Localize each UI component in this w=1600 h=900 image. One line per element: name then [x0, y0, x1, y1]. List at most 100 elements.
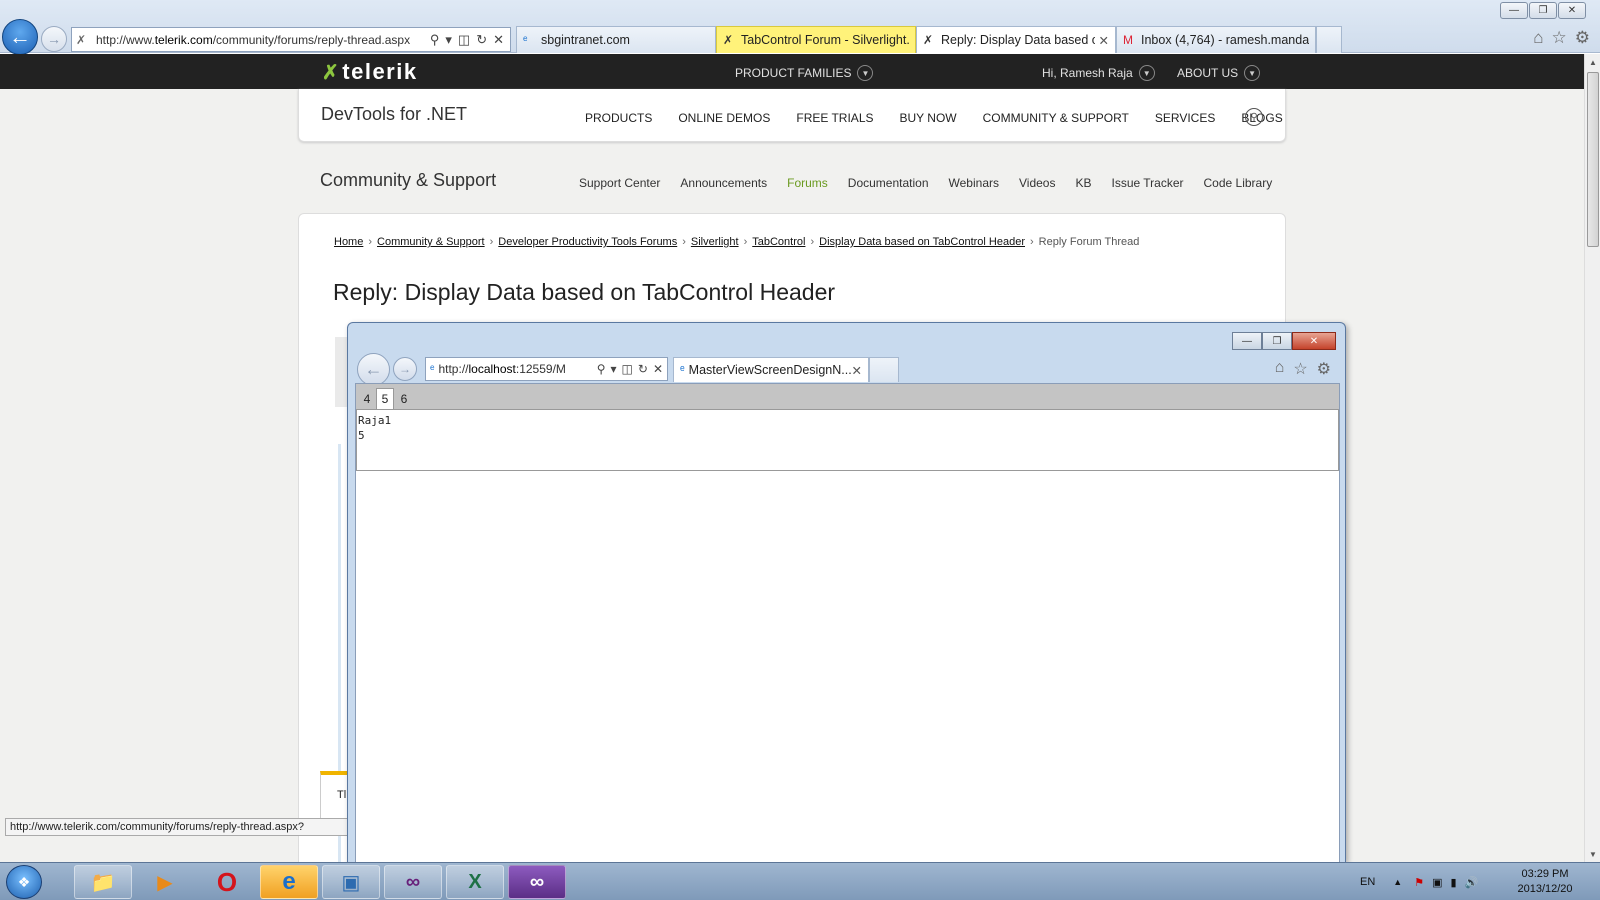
gear-icon[interactable]: ⚙: [1575, 28, 1590, 48]
tab-control-tab-4[interactable]: 4: [358, 388, 376, 409]
search-icon[interactable]: ⚲: [597, 362, 606, 376]
nav-buy-now[interactable]: BUY NOW: [900, 111, 957, 125]
breadcrumb-community-support[interactable]: Community & Support: [377, 236, 485, 248]
subnav-documentation[interactable]: Documentation: [848, 176, 929, 190]
popup-window-controls: — ❐ ✕: [1232, 332, 1336, 350]
tab-control-header: 4 5 6: [356, 384, 1339, 409]
forward-button[interactable]: →: [41, 26, 67, 52]
stop-icon[interactable]: ✕: [493, 32, 504, 48]
home-icon[interactable]: ⌂: [1275, 359, 1285, 379]
restore-button[interactable]: ❐: [1529, 2, 1557, 19]
nav-community-support[interactable]: COMMUNITY & SUPPORT: [983, 111, 1129, 125]
clock[interactable]: 03:29 PM 2013/12/20: [1510, 867, 1580, 897]
network-tool-icon[interactable]: ▣: [322, 865, 380, 899]
popup-address-bar[interactable]: ᵉ http://localhost:12559/M ⚲ ▾ ◫ ↻ ✕: [425, 357, 668, 381]
nav-services[interactable]: SERVICES: [1155, 111, 1215, 125]
stop-icon[interactable]: ✕: [653, 362, 663, 376]
back-button[interactable]: ←: [2, 19, 38, 55]
tab-control-tab-5[interactable]: 5: [376, 388, 394, 409]
nav-free-trials[interactable]: FREE TRIALS: [796, 111, 873, 125]
subnav-forums[interactable]: Forums: [787, 176, 828, 190]
device-icon[interactable]: ▣: [1432, 876, 1442, 889]
popup-restore-button[interactable]: ❐: [1262, 332, 1292, 350]
internet-explorer-icon[interactable]: e: [260, 865, 318, 899]
visual-studio-icon[interactable]: ∞: [384, 865, 442, 899]
breadcrumb: Home › Community & Support › Developer Pro…: [334, 236, 1140, 248]
popup-close-button[interactable]: ✕: [1292, 332, 1336, 350]
search-icon[interactable]: ⚲: [430, 32, 440, 48]
close-tab-icon[interactable]: ✕: [852, 363, 862, 378]
popup-forward-button[interactable]: →: [393, 357, 417, 381]
volume-icon[interactable]: 🔊: [1465, 876, 1479, 889]
scroll-up-arrow-icon[interactable]: ▲: [1585, 54, 1600, 70]
scroll-thumb[interactable]: [1587, 72, 1599, 247]
start-button[interactable]: ❖: [6, 865, 42, 899]
subnav-kb[interactable]: KB: [1075, 176, 1091, 190]
popup-minimize-button[interactable]: —: [1232, 332, 1262, 350]
breadcrumb-thread[interactable]: Display Data based on TabControl Header: [819, 236, 1025, 248]
subnav-videos[interactable]: Videos: [1019, 176, 1055, 190]
opera-icon[interactable]: O: [198, 865, 256, 899]
page-scrollbar[interactable]: ▲ ▼: [1584, 54, 1600, 862]
subnav-webinars[interactable]: Webinars: [949, 176, 999, 190]
main-header-card: DevTools for .NET PRODUCTS ONLINE DEMOS …: [298, 89, 1286, 142]
media-player-icon[interactable]: ▶: [136, 865, 194, 899]
refresh-icon[interactable]: ↻: [638, 362, 648, 376]
about-us-menu[interactable]: ABOUT US ▼: [1177, 65, 1261, 81]
site-search-icon[interactable]: ⚲: [1245, 108, 1263, 126]
product-families-menu[interactable]: PRODUCT FAMILIES ▼: [735, 65, 874, 81]
excel-icon[interactable]: X: [446, 865, 504, 899]
favorites-star-icon[interactable]: ☆: [1552, 28, 1567, 48]
refresh-icon[interactable]: ↻: [476, 32, 487, 48]
visual-studio-2-icon[interactable]: ∞: [508, 865, 566, 899]
network-signal-icon[interactable]: ▮: [1450, 876, 1456, 889]
show-hidden-icons-icon[interactable]: ▲: [1393, 877, 1402, 887]
popup-back-button[interactable]: ←: [357, 353, 390, 386]
breadcrumb-silverlight[interactable]: Silverlight: [691, 236, 739, 248]
language-indicator[interactable]: EN: [1360, 876, 1375, 888]
user-menu[interactable]: Hi, Ramesh Raja ▼: [1042, 65, 1155, 81]
breadcrumb-current: Reply Forum Thread: [1038, 236, 1140, 248]
compatibility-view-icon[interactable]: ◫: [622, 362, 633, 376]
browser-tab-inbox[interactable]: M Inbox (4,764) - ramesh.manda...: [1116, 26, 1316, 53]
file-explorer-icon[interactable]: 📁: [74, 865, 132, 899]
arrow-left-icon: ←: [9, 24, 31, 49]
address-url[interactable]: http://www.telerik.com/community/forums/…: [92, 33, 424, 47]
home-icon[interactable]: ⌂: [1533, 28, 1543, 48]
breadcrumb-tabcontrol[interactable]: TabControl: [752, 236, 805, 248]
breadcrumb-dev-tools-forums[interactable]: Developer Productivity Tools Forums: [498, 236, 677, 248]
minimize-button[interactable]: —: [1500, 2, 1528, 19]
subnav-announcements[interactable]: Announcements: [680, 176, 767, 190]
browser-tab-sbgintranet[interactable]: ᵉ sbgintranet.com: [516, 26, 716, 53]
section-title[interactable]: DevTools for .NET: [321, 104, 467, 125]
browser-tab-reply-active[interactable]: ✗ Reply: Display Data based o... ✕: [916, 26, 1116, 53]
browser-tab-tabcontrol-forum[interactable]: ✗ TabControl Forum - Silverlight...: [716, 26, 916, 53]
nav-online-demos[interactable]: ONLINE DEMOS: [678, 111, 770, 125]
popup-address-url[interactable]: http://localhost:12559/M: [434, 362, 592, 376]
tab-control-tab-6[interactable]: 6: [395, 388, 413, 409]
gear-icon[interactable]: ⚙: [1317, 359, 1331, 379]
nav-products[interactable]: PRODUCTS: [585, 111, 652, 125]
arrow-right-icon: →: [399, 362, 411, 376]
scroll-down-arrow-icon[interactable]: ▼: [1585, 846, 1600, 862]
action-center-icon[interactable]: ⚑: [1414, 876, 1424, 889]
dropdown-icon[interactable]: ▾: [445, 32, 452, 48]
telerik-favicon-icon: ✗: [76, 32, 87, 47]
subnav-code-library[interactable]: Code Library: [1204, 176, 1273, 190]
compatibility-view-icon[interactable]: ◫: [458, 32, 470, 48]
telerik-logo[interactable]: ✗ telerik: [322, 59, 418, 85]
close-window-button[interactable]: ✕: [1558, 2, 1586, 19]
main-nav: PRODUCTS ONLINE DEMOS FREE TRIALS BUY NO…: [585, 111, 1283, 125]
close-tab-icon[interactable]: ✕: [1095, 33, 1109, 48]
popup-tab[interactable]: ᵉ MasterViewScreenDesignN... ✕: [673, 357, 869, 382]
breadcrumb-home[interactable]: Home: [334, 236, 363, 248]
new-tab-button[interactable]: [1316, 26, 1342, 53]
dropdown-icon[interactable]: ▾: [611, 362, 617, 376]
chevron-down-icon: ▼: [857, 65, 874, 81]
address-bar[interactable]: ✗ http://www.telerik.com/community/forum…: [71, 27, 511, 52]
favorites-star-icon[interactable]: ☆: [1293, 359, 1307, 379]
popup-new-tab-button[interactable]: [869, 357, 899, 382]
subnav-issue-tracker[interactable]: Issue Tracker: [1111, 176, 1183, 190]
clock-date: 2013/12/20: [1517, 883, 1573, 895]
subnav-support-center[interactable]: Support Center: [579, 176, 660, 190]
